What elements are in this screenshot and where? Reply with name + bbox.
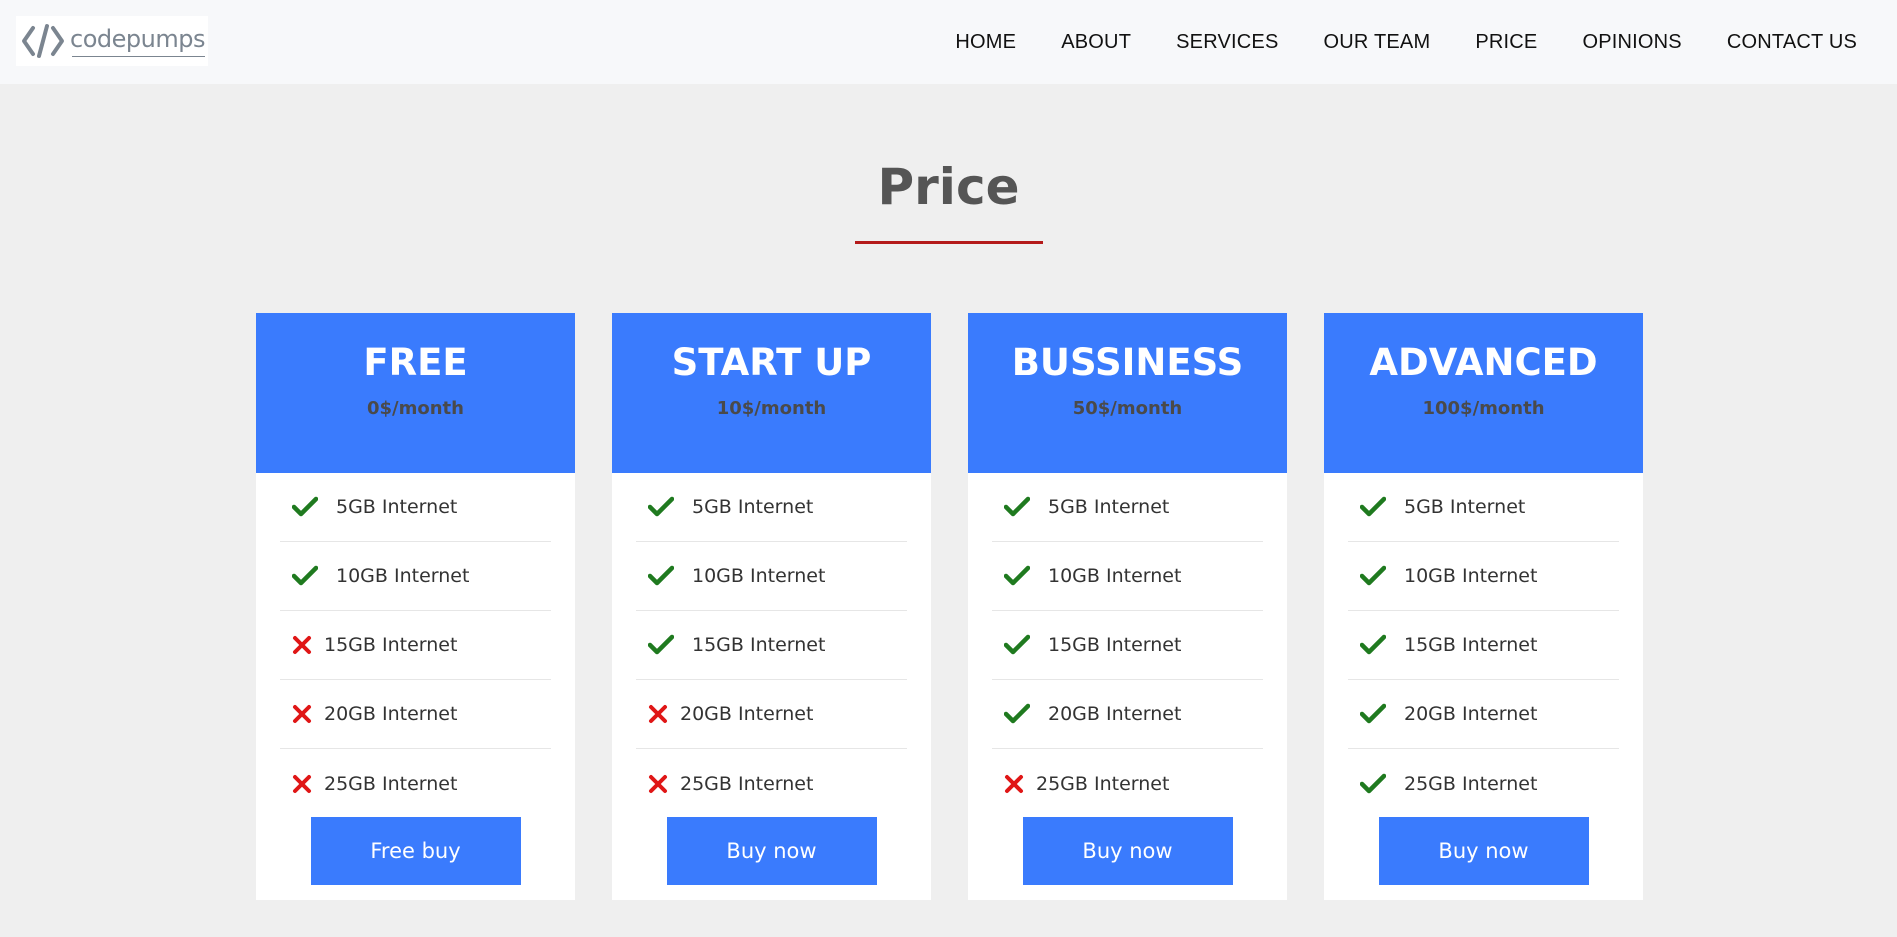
feature-label: 10GB Internet: [1404, 565, 1538, 587]
cross-icon: [649, 774, 667, 793]
feature-label: 10GB Internet: [1048, 565, 1182, 587]
card-header: BUSSINESS 50$/month: [968, 313, 1287, 473]
feature-item: 15GB Internet: [1348, 611, 1619, 680]
code-brackets-icon: [22, 24, 64, 58]
plan-name: START UP: [671, 341, 872, 384]
buy-now-button[interactable]: Buy now: [1378, 817, 1589, 885]
feature-label: 25GB Internet: [1036, 772, 1170, 795]
feature-item: 10GB Internet: [992, 542, 1263, 611]
checkmark-icon: [1360, 634, 1386, 655]
feature-item: 10GB Internet: [280, 542, 551, 611]
pricing-card-bussiness: BUSSINESS 50$/month 5GB Internet 10GB Int…: [968, 313, 1287, 900]
pricing-card-free: FREE 0$/month 5GB Internet 10GB Internet 1…: [256, 313, 575, 900]
feature-label: 5GB Internet: [692, 496, 814, 518]
pricing-card-start-up: START UP 10$/month 5GB Internet 10GB Inte…: [612, 313, 931, 900]
pricing-card-advanced: ADVANCED 100$/month 5GB Internet 10GB Int…: [1324, 313, 1643, 900]
plan-price: 10$/month: [716, 398, 827, 419]
feature-item: 5GB Internet: [1348, 473, 1619, 542]
card-header: FREE 0$/month: [256, 313, 575, 473]
checkmark-icon: [648, 496, 674, 517]
feature-label: 15GB Internet: [1404, 634, 1538, 656]
buy-now-button[interactable]: Buy now: [1022, 817, 1233, 885]
feature-label: 25GB Internet: [324, 772, 458, 795]
nav-contact-us[interactable]: CONTACT US: [1727, 31, 1857, 54]
checkmark-icon: [1360, 565, 1386, 586]
feature-label: 15GB Internet: [692, 634, 826, 656]
feature-item: 5GB Internet: [636, 473, 907, 542]
checkmark-icon: [1360, 703, 1386, 724]
feature-item: 25GB Internet: [1348, 749, 1619, 818]
feature-label: 20GB Internet: [324, 703, 458, 725]
cross-icon: [293, 705, 311, 723]
feature-label: 5GB Internet: [1048, 496, 1170, 518]
cross-icon: [649, 705, 667, 723]
checkmark-icon: [1360, 496, 1386, 517]
feature-label: 15GB Internet: [1048, 634, 1182, 656]
feature-item: 5GB Internet: [992, 473, 1263, 542]
checkmark-icon: [648, 634, 674, 655]
feature-item: 15GB Internet: [280, 611, 551, 680]
feature-list: 5GB Internet 10GB Internet 15GB Internet 20…: [1348, 473, 1619, 818]
cross-icon: [293, 636, 311, 654]
title-underline: [855, 241, 1043, 244]
logo[interactable]: codepumps: [16, 16, 208, 66]
checkmark-icon: [1360, 773, 1386, 793]
feature-item: 20GB Internet: [636, 680, 907, 749]
checkmark-icon: [292, 496, 318, 517]
cross-icon: [1005, 774, 1023, 793]
card-header: ADVANCED 100$/month: [1324, 313, 1643, 473]
buy-now-button[interactable]: Buy now: [666, 817, 877, 885]
plan-price: 0$/month: [367, 398, 464, 419]
feature-label: 20GB Internet: [1404, 703, 1538, 725]
free-buy-button[interactable]: Free buy: [310, 817, 521, 885]
plan-name: ADVANCED: [1369, 341, 1598, 384]
feature-label: 25GB Internet: [1404, 772, 1538, 795]
nav-opinions[interactable]: OPINIONS: [1582, 31, 1681, 54]
checkmark-icon: [1004, 634, 1030, 655]
feature-label: 5GB Internet: [1404, 496, 1526, 518]
top-navbar: codepumps HOME ABOUT SERVICES OUR TEAM P…: [0, 0, 1897, 84]
feature-label: 15GB Internet: [324, 634, 458, 656]
nav-our-team[interactable]: OUR TEAM: [1324, 31, 1431, 54]
nav-services[interactable]: SERVICES: [1176, 31, 1278, 54]
feature-label: 25GB Internet: [680, 772, 814, 795]
feature-item: 10GB Internet: [1348, 542, 1619, 611]
feature-label: 10GB Internet: [336, 565, 470, 587]
feature-list: 5GB Internet 10GB Internet 15GB Internet 20…: [280, 473, 551, 818]
feature-item: 20GB Internet: [280, 680, 551, 749]
feature-item: 25GB Internet: [636, 749, 907, 818]
main-nav: HOME ABOUT SERVICES OUR TEAM PRICE OPINI…: [955, 0, 1857, 84]
checkmark-icon: [1004, 496, 1030, 517]
nav-home[interactable]: HOME: [955, 31, 1016, 54]
feature-item: 25GB Internet: [280, 749, 551, 818]
plan-price: 100$/month: [1422, 398, 1545, 419]
plan-price: 50$/month: [1072, 398, 1183, 419]
checkmark-icon: [1004, 565, 1030, 586]
plan-name: FREE: [363, 341, 468, 384]
cross-icon: [293, 774, 311, 793]
feature-item: 25GB Internet: [992, 749, 1263, 818]
feature-item: 10GB Internet: [636, 542, 907, 611]
logo-text: codepumps: [70, 25, 205, 57]
feature-item: 5GB Internet: [280, 473, 551, 542]
section-title: Price: [877, 158, 1020, 216]
feature-item: 20GB Internet: [992, 680, 1263, 749]
feature-label: 20GB Internet: [680, 703, 814, 725]
checkmark-icon: [292, 565, 318, 586]
feature-label: 5GB Internet: [336, 496, 458, 518]
feature-label: 10GB Internet: [692, 565, 826, 587]
feature-item: 15GB Internet: [992, 611, 1263, 680]
feature-list: 5GB Internet 10GB Internet 15GB Internet 20…: [636, 473, 907, 818]
plan-name: BUSSINESS: [1011, 341, 1244, 384]
feature-item: 15GB Internet: [636, 611, 907, 680]
nav-price[interactable]: PRICE: [1475, 31, 1537, 54]
nav-about[interactable]: ABOUT: [1061, 31, 1131, 54]
checkmark-icon: [648, 565, 674, 586]
feature-item: 20GB Internet: [1348, 680, 1619, 749]
checkmark-icon: [1004, 703, 1030, 724]
card-header: START UP 10$/month: [612, 313, 931, 473]
feature-label: 20GB Internet: [1048, 703, 1182, 725]
feature-list: 5GB Internet 10GB Internet 15GB Internet 20…: [992, 473, 1263, 818]
